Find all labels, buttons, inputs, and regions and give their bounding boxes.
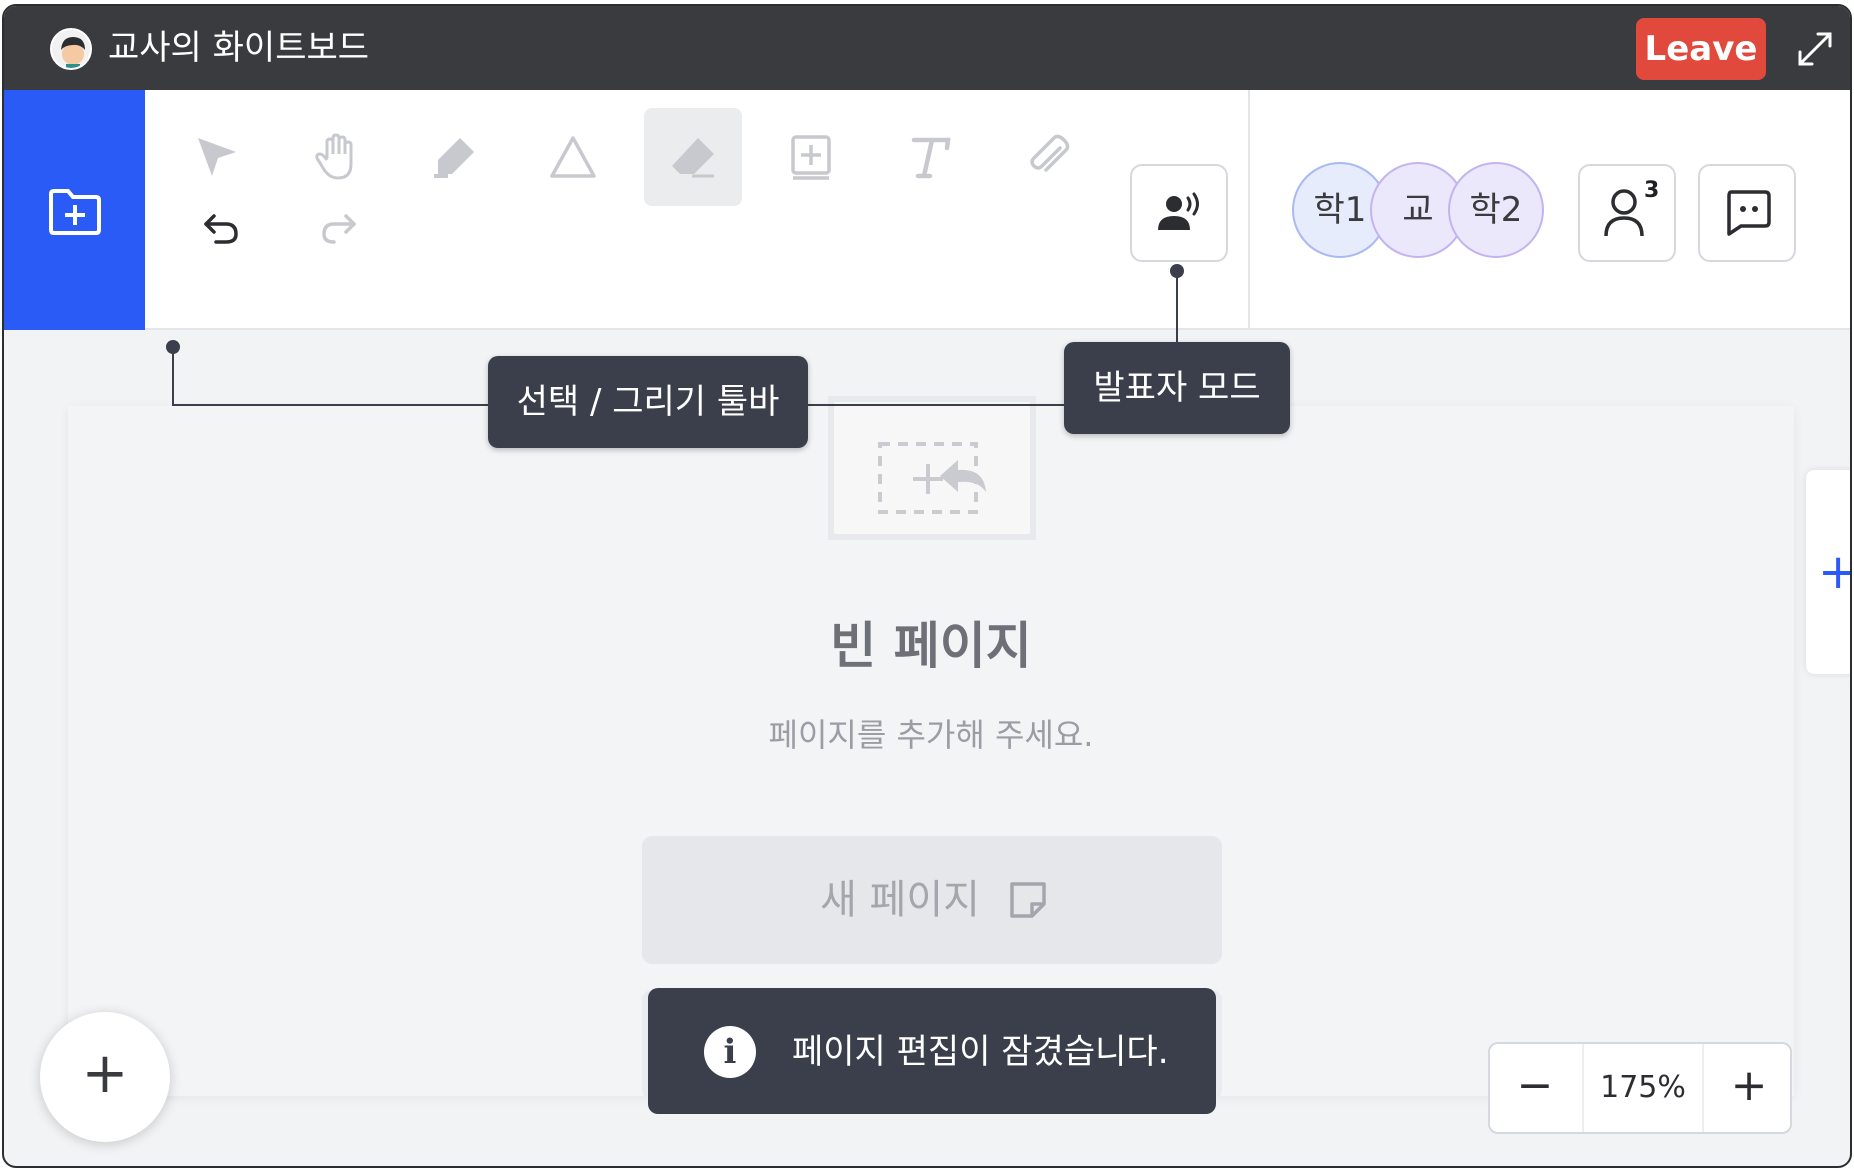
side-panel-add-tab[interactable]: +	[1806, 470, 1850, 674]
hand-icon	[315, 133, 353, 180]
toolbar-annotation: 선택 / 그리기 툴바	[488, 356, 808, 448]
toast-notification: i 페이지 편집이 잠겼습니다.	[648, 988, 1216, 1114]
eraser-tool[interactable]	[644, 108, 742, 206]
redo-button[interactable]	[306, 196, 372, 262]
toolbar-divider	[1248, 90, 1250, 330]
paperclip-icon	[1030, 134, 1070, 172]
presenter-annotation: 발표자 모드	[1064, 342, 1290, 434]
note-icon	[1010, 882, 1046, 918]
presenter-mode-button[interactable]	[1130, 164, 1228, 262]
new-page-label: 새 페이지	[820, 877, 980, 923]
zoom-control: − 175% +	[1488, 1042, 1792, 1134]
hand-tool[interactable]	[287, 108, 385, 206]
annotation-line	[1176, 270, 1178, 346]
text-icon	[911, 137, 951, 179]
triangle-icon	[550, 136, 596, 178]
zoom-level: 175%	[1582, 1044, 1704, 1132]
participants-button[interactable]	[1578, 164, 1676, 262]
pointer-icon	[198, 138, 236, 176]
add-box-icon	[791, 135, 831, 180]
pen-tool[interactable]	[406, 108, 504, 206]
toast-message: 페이지 편집이 잠겼습니다.	[792, 1032, 1169, 1072]
presenter-icon	[1158, 192, 1199, 230]
participant-avatar-student2[interactable]: 학2	[1448, 162, 1544, 258]
annotation-line	[172, 346, 174, 406]
new-page-button[interactable]: 새 페이지	[642, 836, 1222, 964]
zoom-in-button[interactable]: +	[1706, 1044, 1792, 1132]
plus-icon: +	[81, 1041, 129, 1106]
teacher-avatar	[50, 28, 92, 70]
add-fab-button[interactable]: +	[40, 1012, 170, 1142]
new-folder-button[interactable]	[4, 90, 145, 330]
text-tool[interactable]	[880, 108, 978, 206]
zoom-out-button[interactable]: −	[1490, 1044, 1580, 1132]
empty-page-title: 빈 페이지	[830, 617, 1032, 675]
leave-button[interactable]: Leave	[1636, 18, 1766, 80]
undo-button[interactable]	[188, 196, 254, 262]
toolbar	[4, 90, 1850, 330]
participant-count: 3	[1644, 178, 1660, 203]
empty-page-illustration	[828, 396, 1036, 540]
chat-icon	[1727, 190, 1771, 236]
eraser-icon	[672, 138, 714, 178]
person-icon	[1604, 189, 1644, 237]
folder-plus-icon	[49, 189, 101, 235]
expand-icon[interactable]	[1794, 28, 1836, 70]
window-title: 교사의 화이트보드	[108, 28, 370, 68]
shape-tool[interactable]	[524, 108, 622, 206]
undo-icon	[204, 214, 238, 244]
select-tool[interactable]	[168, 108, 266, 206]
chat-button[interactable]	[1698, 164, 1796, 262]
info-icon: i	[704, 1026, 756, 1078]
plus-icon: +	[1818, 548, 1850, 596]
redo-icon	[322, 214, 356, 244]
empty-page-subtitle: 페이지를 추가해 주세요.	[768, 716, 1094, 754]
highlighter-icon	[434, 138, 474, 178]
insert-image-tool[interactable]	[762, 108, 860, 206]
attach-tool[interactable]	[1000, 108, 1098, 206]
whiteboard-window: 교사의 화이트보드 Leave 학1 교 학2 3 빈 페이지 페이지를 추가해…	[2, 4, 1852, 1168]
title-bar: 교사의 화이트보드 Leave	[4, 6, 1850, 90]
